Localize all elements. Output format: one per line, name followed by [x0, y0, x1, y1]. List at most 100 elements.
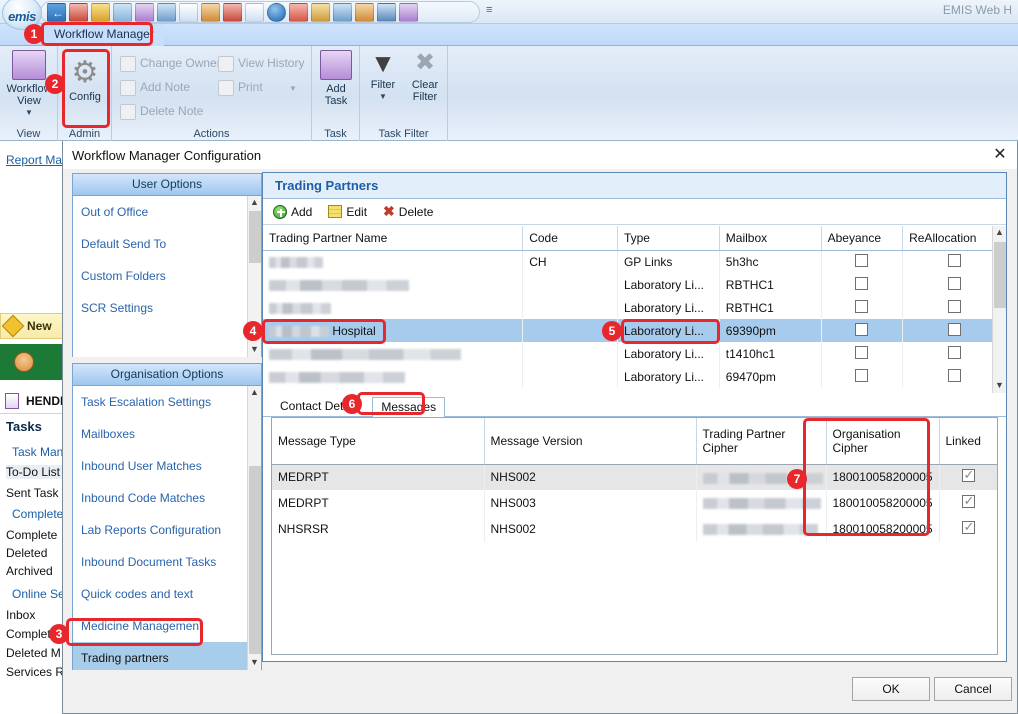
- abeyance-checkbox[interactable]: [855, 345, 869, 359]
- table-row[interactable]: MEDRPT NHS002 180010058200005: [272, 464, 997, 490]
- ribbon-tab-workflow-manager[interactable]: Workflow Manager: [44, 24, 164, 46]
- option-inbound-document-tasks[interactable]: Inbound Document Tasks: [73, 546, 261, 578]
- column-message-type[interactable]: Message Type: [272, 418, 485, 465]
- nav-item-deleted-messages[interactable]: Deleted M: [6, 646, 61, 660]
- ribbon-clear-filter-button[interactable]: ✖ Clear Filter: [400, 50, 450, 104]
- nav-item-inbox[interactable]: Inbox: [6, 608, 35, 622]
- option-mailboxes[interactable]: Mailboxes: [73, 418, 261, 450]
- nav-item-services-requests[interactable]: Services R: [6, 665, 64, 679]
- nav-item-deleted[interactable]: Deleted: [6, 546, 47, 560]
- table-row[interactable]: CH GP Links 5h3hc: [263, 250, 1006, 273]
- scroll-down-icon[interactable]: ▼: [248, 656, 261, 670]
- ok-button[interactable]: OK: [852, 677, 930, 701]
- table-row[interactable]: NHSRSR NHS002 180010058200005: [272, 516, 997, 542]
- patients-icon[interactable]: [201, 2, 220, 22]
- quick-access-overflow-icon[interactable]: ≡: [486, 4, 492, 16]
- ribbon-view-history-item[interactable]: View History: [218, 56, 304, 72]
- scrollbar-thumb[interactable]: [249, 211, 261, 263]
- reallocation-checkbox[interactable]: [947, 368, 961, 382]
- medication-icon[interactable]: [289, 2, 308, 22]
- reallocation-checkbox[interactable]: [947, 345, 961, 359]
- column-message-version[interactable]: Message Version: [484, 418, 697, 465]
- column-mailbox[interactable]: Mailbox: [719, 226, 822, 251]
- column-reallocation[interactable]: ReAllocation: [902, 226, 1006, 251]
- option-task-escalation-settings[interactable]: Task Escalation Settings: [73, 386, 261, 418]
- column-linked[interactable]: Linked: [939, 418, 997, 465]
- appointment-book-icon[interactable]: [135, 2, 154, 22]
- ribbon-print-item[interactable]: Print: [218, 80, 263, 96]
- tab-messages[interactable]: Messages: [372, 397, 446, 417]
- abeyance-checkbox[interactable]: [855, 299, 869, 313]
- column-trading-partner-name[interactable]: Trading Partner Name: [263, 226, 524, 251]
- report-manager-link[interactable]: Report Ma: [6, 153, 62, 167]
- calendar-icon[interactable]: [223, 2, 242, 22]
- abeyance-checkbox[interactable]: [855, 253, 869, 267]
- abeyance-checkbox[interactable]: [855, 322, 869, 336]
- pencil-edit-icon[interactable]: [91, 2, 110, 22]
- ribbon-add-task-button[interactable]: Add Task: [307, 50, 365, 107]
- home-icon[interactable]: [69, 2, 88, 22]
- reallocation-checkbox[interactable]: [947, 276, 961, 290]
- nav-item-sent-tasks[interactable]: Sent Task: [6, 486, 58, 500]
- nav-item-completed[interactable]: Complete: [6, 528, 57, 542]
- ribbon-add-note-item[interactable]: Add Note: [120, 80, 190, 96]
- registration-icon[interactable]: [377, 2, 396, 22]
- linked-checkbox[interactable]: [961, 519, 975, 535]
- reallocation-checkbox[interactable]: [947, 299, 961, 313]
- scroll-down-icon[interactable]: ▼: [993, 379, 1006, 393]
- scroll-up-icon[interactable]: ▲: [993, 226, 1006, 240]
- information-icon[interactable]: [267, 2, 286, 22]
- option-medicine-management[interactable]: Medicine Management: [73, 610, 261, 642]
- workflow-icon[interactable]: [311, 2, 330, 22]
- ribbon-config-button[interactable]: ⚙ Config: [56, 58, 114, 104]
- patient-search-icon[interactable]: [113, 2, 132, 22]
- report-icon[interactable]: [245, 2, 264, 22]
- chevron-down-icon[interactable]: ▼: [0, 107, 58, 119]
- table-row[interactable]: Laboratory Li... RBTHC1: [263, 273, 1006, 296]
- scrollbar-thumb[interactable]: [249, 466, 261, 654]
- back-arrow-icon[interactable]: ←: [47, 2, 66, 22]
- column-type[interactable]: Type: [617, 226, 720, 251]
- nav-item-online-services-group[interactable]: Online Se: [12, 587, 65, 601]
- option-inbound-code-matches[interactable]: Inbound Code Matches: [73, 482, 261, 514]
- option-trading-partners[interactable]: Trading partners: [73, 642, 261, 670]
- table-row[interactable]: Laboratory Li... 69470pm: [263, 365, 1006, 388]
- nav-item-archived[interactable]: Archived: [6, 564, 53, 578]
- abeyance-checkbox[interactable]: [855, 276, 869, 290]
- delete-button[interactable]: ✖ Delete: [383, 204, 433, 219]
- document-icon[interactable]: [179, 2, 198, 22]
- print-dropdown-arrow-icon[interactable]: ▼: [289, 84, 297, 93]
- table-row[interactable]: Laboratory Li... RBTHC1: [263, 296, 1006, 319]
- option-out-of-office[interactable]: Out of Office: [73, 196, 261, 228]
- cancel-button[interactable]: Cancel: [934, 677, 1012, 701]
- table-row[interactable]: Laboratory Li... t1410hc1: [263, 342, 1006, 365]
- scroll-up-icon[interactable]: ▲: [248, 386, 261, 400]
- add-button[interactable]: Add: [273, 204, 312, 219]
- ribbon-change-owner-item[interactable]: Change Owner: [120, 56, 221, 72]
- table-row[interactable]: Hospital Laboratory Li... 69390pm: [263, 319, 1006, 342]
- reallocation-checkbox[interactable]: [947, 322, 961, 336]
- appointments-clock-icon[interactable]: [157, 2, 176, 22]
- edit-button[interactable]: Edit: [328, 205, 367, 219]
- trading-partners-scrollbar[interactable]: ▲ ▼: [992, 226, 1006, 393]
- task-list-icon[interactable]: [399, 2, 418, 22]
- nav-item-completed-group[interactable]: Complete: [12, 507, 63, 521]
- organisation-cipher-column[interactable]: Organisation Cipher: [826, 418, 940, 465]
- option-custom-folders[interactable]: Custom Folders: [73, 260, 261, 292]
- search-record-icon[interactable]: [333, 2, 352, 22]
- column-abeyance[interactable]: Abeyance: [821, 226, 904, 251]
- option-lab-reports-configuration[interactable]: Lab Reports Configuration: [73, 514, 261, 546]
- scroll-up-icon[interactable]: ▲: [248, 196, 261, 210]
- linked-checkbox[interactable]: [961, 467, 975, 483]
- column-code[interactable]: Code: [522, 226, 618, 251]
- linked-checkbox[interactable]: [961, 493, 975, 509]
- column-trading-partner-cipher[interactable]: Trading Partner Cipher: [696, 418, 827, 465]
- option-quick-codes-and-text[interactable]: Quick codes and text: [73, 578, 261, 610]
- option-scr-settings[interactable]: SCR Settings: [73, 292, 261, 324]
- option-default-send-to[interactable]: Default Send To: [73, 228, 261, 260]
- user-admin-icon[interactable]: [355, 2, 374, 22]
- abeyance-checkbox[interactable]: [855, 368, 869, 382]
- scroll-down-icon[interactable]: ▼: [248, 343, 261, 357]
- scrollbar-thumb[interactable]: [994, 242, 1006, 308]
- organisation-options-scrollbar[interactable]: ▲ ▼: [247, 386, 261, 670]
